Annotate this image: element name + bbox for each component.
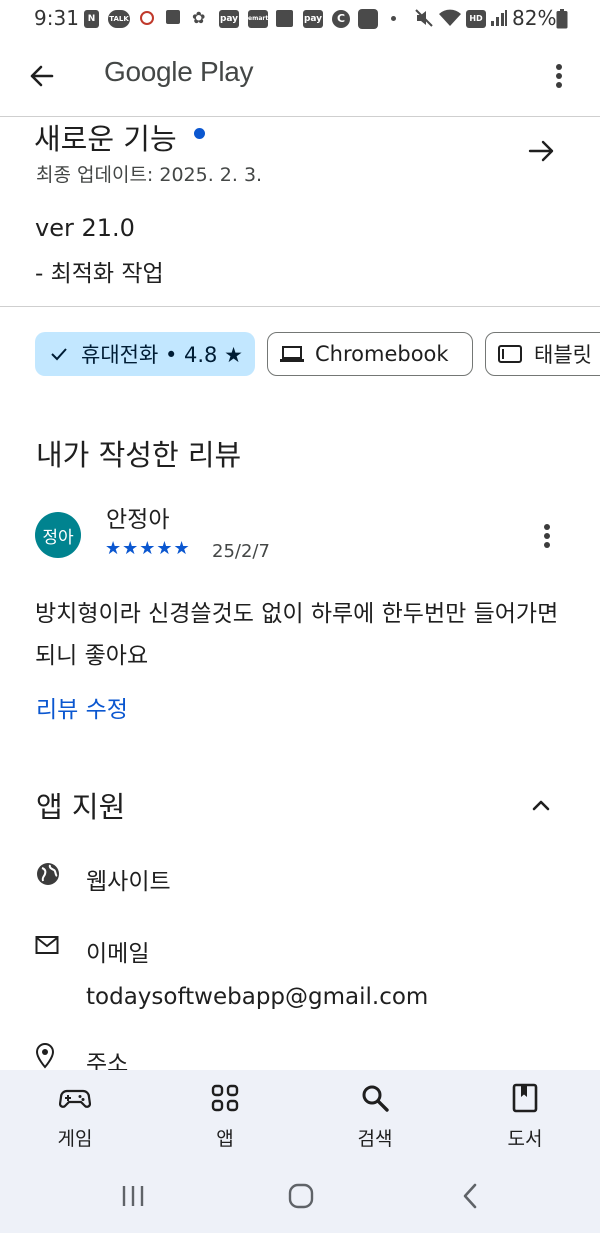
gamepad-icon [59, 1089, 91, 1108]
review-more-options-button[interactable] [533, 518, 561, 554]
review-date: 25/2/7 [212, 541, 270, 562]
collapse-support-button[interactable] [526, 790, 556, 820]
notification-app-icon [140, 11, 154, 25]
nav-search-label: 검색 [357, 1128, 393, 1150]
divider [0, 306, 600, 307]
chip-chromebook[interactable]: Chromebook [267, 332, 473, 376]
new-indicator-dot-icon [194, 128, 205, 139]
tablet-icon [498, 345, 522, 363]
wifi-icon [438, 8, 462, 32]
email-address[interactable]: todaysoftwebapp@gmail.com [86, 984, 428, 1010]
emart-icon: emart [248, 10, 268, 28]
nav-apps-label: 앱 [216, 1128, 234, 1150]
pay-icon-2: pay [303, 10, 323, 28]
app-title: Google Play [104, 56, 254, 87]
globe-icon [35, 861, 61, 887]
apps-grid-icon [211, 1084, 239, 1112]
kakaotalk-icon: TALK [108, 10, 130, 28]
search-icon [362, 1085, 389, 1112]
recent-apps-icon [122, 1186, 144, 1206]
status-time: 9:31 [34, 6, 79, 30]
version-text: ver 21.0 [35, 214, 135, 242]
more-notifications-dot-icon [391, 16, 396, 21]
website-link[interactable]: 웹사이트 [86, 862, 171, 896]
star-rating: ★★★★★ [105, 538, 191, 559]
nav-search[interactable]: 검색 [315, 1082, 435, 1151]
mute-icon [414, 8, 434, 32]
note-icon [276, 10, 293, 27]
home-button[interactable] [281, 1176, 321, 1216]
notification-n-icon: N [84, 10, 99, 28]
home-icon [288, 1183, 314, 1209]
hd-voice-icon: HD [466, 10, 486, 28]
chip-phone[interactable]: 휴대전화 • 4.8 ★ [35, 332, 255, 376]
c-app-icon: C [332, 10, 350, 28]
book-icon [512, 1083, 538, 1113]
nav-games[interactable]: 게임 [15, 1082, 135, 1151]
battery-percent: 82% [512, 6, 557, 30]
release-note-text: - 최적화 작업 [35, 261, 164, 287]
chip-phone-label: 휴대전화 • 4.8 ★ [81, 343, 243, 367]
last-updated-text: 최종 업데이트: 2025. 2. 3. [36, 164, 263, 186]
signal-icon [490, 9, 508, 31]
chevron-up-icon [532, 800, 550, 811]
status-bar: 9:31 N TALK ✿ pay emart pay C HD 82% [0, 0, 600, 36]
flower-icon: ✿ [192, 8, 206, 27]
avatar: 정아 [35, 512, 81, 558]
more-options-button[interactable] [545, 58, 573, 94]
nav-books-label: 도서 [507, 1128, 543, 1150]
chip-chromebook-label: Chromebook [315, 342, 449, 366]
back-arrow-icon [30, 65, 54, 87]
whats-new-title: 새로운 기능 [34, 122, 177, 156]
message-icon [166, 10, 180, 24]
email-label[interactable]: 이메일 [86, 934, 149, 968]
chevron-left-icon [463, 1183, 477, 1209]
laptop-icon [280, 346, 304, 362]
email-icon [35, 935, 61, 961]
chip-tablet[interactable]: 태블릿 [485, 332, 600, 376]
arrow-right-icon [528, 140, 554, 162]
battery-icon [556, 9, 568, 33]
pay-icon: pay [219, 10, 239, 28]
check-icon [51, 348, 67, 361]
edit-review-link[interactable]: 리뷰 수정 [36, 690, 128, 724]
nav-books[interactable]: 도서 [465, 1082, 585, 1151]
back-button[interactable] [22, 56, 62, 96]
system-back-button[interactable] [450, 1176, 490, 1216]
reviewer-name: 안정아 [106, 507, 170, 533]
review-text: 방치형이라 신경쓸것도 없이 하루에 한두번만 들어가면 되니 좋아요 [35, 601, 559, 669]
nav-games-label: 게임 [57, 1128, 93, 1150]
nav-apps[interactable]: 앱 [165, 1082, 285, 1151]
location-pin-icon [35, 1042, 61, 1069]
recent-apps-button[interactable] [113, 1176, 153, 1216]
my-review-heading: 내가 작성한 리뷰 [36, 438, 242, 472]
app-support-heading: 앱 지원 [36, 790, 126, 824]
chip-tablet-label: 태블릿 [534, 343, 592, 367]
accessibility-icon [358, 9, 378, 29]
whats-new-arrow-button[interactable] [524, 134, 558, 168]
